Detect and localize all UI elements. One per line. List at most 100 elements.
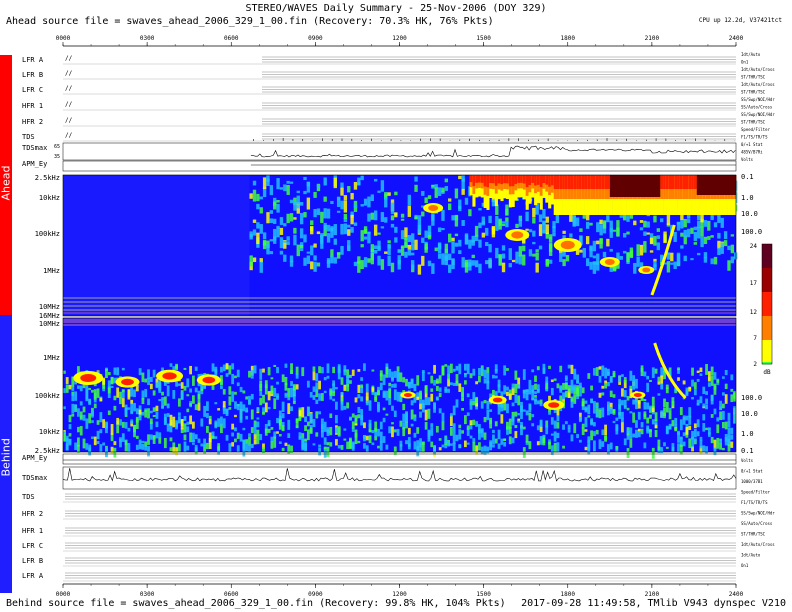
behind-noise-cell: [329, 413, 333, 419]
behind-noise-cell: [391, 377, 394, 382]
ahead-status-text: On1: [741, 60, 749, 65]
behind-noise-cell: [228, 406, 232, 410]
ahead-burst-cell: [500, 175, 504, 185]
ahead-freq-label: 2.5kHz: [35, 174, 60, 182]
ahead-noise-cell: [434, 187, 438, 198]
ahead-noise-cell: [299, 228, 304, 239]
ahead-noise-cell: [525, 211, 529, 222]
behind-noise-cell: [351, 421, 355, 429]
behind-noise-cell: [158, 380, 162, 391]
ahead-burst-cell: [486, 175, 490, 188]
ahead-noise-cell: [683, 255, 687, 262]
ahead-noise-cell: [273, 218, 277, 224]
behind-noise-cell: [292, 384, 296, 391]
behind-noise-cell: [351, 442, 355, 451]
behind-noise-cell: [74, 404, 78, 411]
ahead-noise-cell: [548, 259, 553, 264]
ahead-burst-cell: [671, 175, 675, 189]
behind-noise-cell: [520, 405, 523, 411]
behind-noise-cell: [363, 435, 366, 439]
behind-noise-cell: [536, 425, 540, 431]
ahead-noise-cell: [606, 215, 610, 223]
behind-noise-cell: [391, 383, 394, 388]
behind-noise-cell: [466, 442, 470, 445]
ahead-noise-cell: [256, 222, 260, 229]
behind-noise-cell: [601, 407, 605, 418]
behind-noise-cell: [407, 443, 411, 450]
behind-noise-cell: [177, 383, 181, 386]
behind-noise-cell: [416, 396, 420, 401]
behind-noise-cell: [671, 443, 675, 452]
behind-right-scale: 10.0: [741, 410, 758, 418]
behind-noise-cell: [393, 429, 397, 433]
behind-noise-cell: [522, 389, 526, 399]
behind-noise-cell: [214, 402, 218, 405]
behind-noise-cell: [607, 404, 610, 416]
behind-noise-cell: [113, 367, 117, 375]
behind-noise-cell: [371, 442, 375, 445]
ahead-noise-cell: [515, 251, 519, 264]
behind-noise-cell: [68, 433, 72, 437]
ahead-noise-cell: [599, 224, 603, 236]
behind-noise-cell: [234, 401, 237, 409]
behind-noise-cell: [292, 401, 296, 405]
behind-noise-cell: [587, 415, 591, 418]
ahead-noise-cell: [360, 204, 364, 207]
behind-freq-label: 1MHz: [43, 354, 60, 362]
behind-noise-cell: [130, 385, 134, 397]
behind-noise-cell: [332, 383, 336, 386]
behind-noise-cell: [578, 394, 582, 397]
ahead-noise-cell: [397, 249, 401, 252]
behind-noise-cell: [121, 367, 125, 371]
ahead-noise-cell: [316, 262, 321, 267]
behind-noise-cell: [573, 368, 577, 375]
ahead-noise-cell: [606, 238, 610, 247]
behind-noise-cell: [486, 367, 490, 374]
behind-noise-cell: [180, 391, 184, 400]
ahead-noise-cell: [703, 220, 708, 227]
ahead-noise-cell: [320, 211, 324, 223]
ahead-burst-cell: [598, 175, 602, 189]
behind-noise-cell: [102, 442, 106, 446]
behind-noise-cell: [231, 391, 235, 402]
ahead-noise-cell: [458, 250, 462, 255]
ahead-noise-cell: [680, 232, 684, 237]
behind-noise-cell: [158, 432, 162, 438]
behind-noise-cell: [534, 391, 537, 395]
behind-noise-cell: [161, 391, 164, 396]
behind-noise-cell: [393, 446, 397, 455]
behind-noise-cell: [163, 396, 167, 406]
ahead-noise-cell: [505, 221, 509, 228]
behind-noise-cell: [374, 391, 378, 396]
ahead-burst-cell: [511, 175, 515, 187]
behind-noise-cell: [733, 391, 736, 402]
behind-noise-cell: [438, 447, 442, 451]
behind-noise-cell: [281, 413, 285, 419]
ahead-burst-cell: [534, 175, 538, 186]
behind-noise-cell: [677, 430, 680, 436]
behind-noise-cell: [679, 407, 683, 416]
behind-noise-cell: [548, 412, 551, 415]
behind-noise-cell: [253, 424, 257, 435]
ahead-noise-cell: [495, 223, 499, 231]
ahead-burst-cell: [489, 175, 493, 184]
behind-noise-cell: [447, 388, 450, 393]
ahead-noise-cell: [518, 255, 523, 265]
behind-noise-cell: [68, 424, 72, 430]
ahead-noise-cell: [596, 240, 600, 245]
behind-noise-cell: [649, 405, 652, 412]
behind-noise-cell: [461, 407, 464, 411]
behind-noise-cell: [93, 389, 97, 400]
behind-noise-cell: [71, 386, 75, 391]
behind-noise-cell: [705, 398, 708, 405]
ahead-noise-cell: [437, 227, 442, 233]
ahead-row-label: LFR C: [22, 86, 43, 94]
behind-noise-cell: [688, 425, 692, 431]
behind-noise-cell: [385, 366, 389, 378]
ahead-noise-cell: [532, 207, 536, 218]
behind-noise-cell: [315, 399, 319, 405]
behind-noise-cell: [357, 394, 361, 399]
behind-noise-cell: [346, 384, 350, 392]
behind-noise-cell: [590, 398, 593, 403]
ahead-status-text: SS/Swp/NOI/Hdr: [741, 112, 775, 117]
